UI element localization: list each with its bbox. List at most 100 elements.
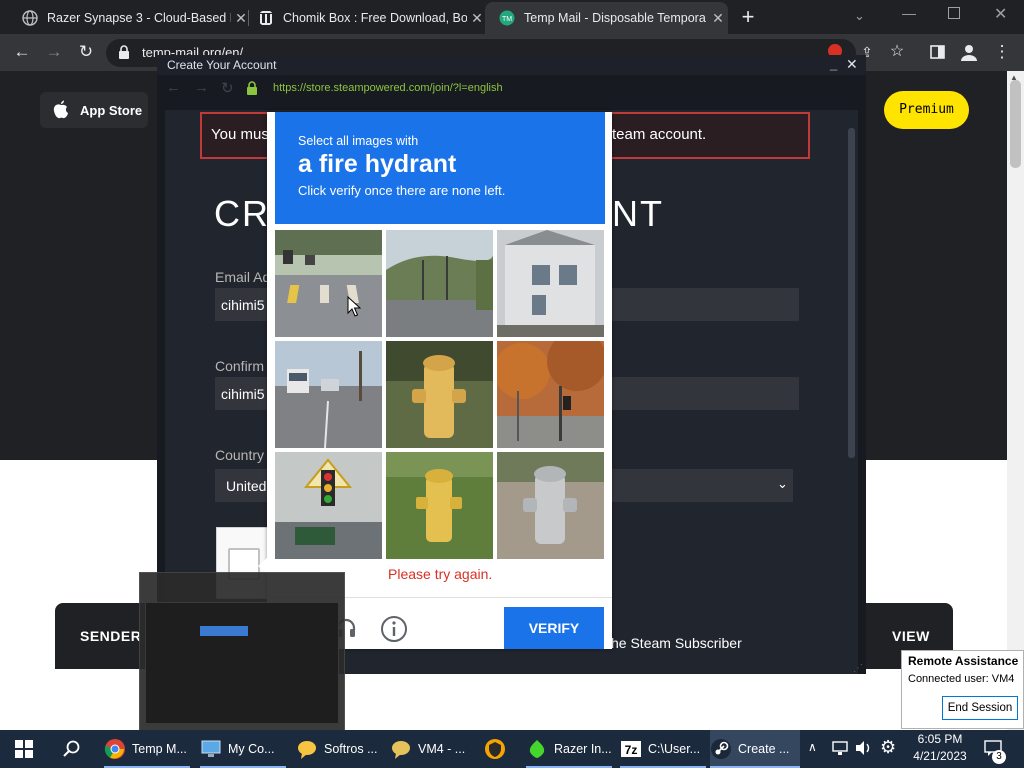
close-tab-icon[interactable]: ✕ xyxy=(467,10,487,27)
popup-back-icon[interactable]: ← xyxy=(166,79,181,96)
fire-hydrant-image xyxy=(386,452,493,559)
premium-button[interactable]: Premium xyxy=(884,91,969,129)
scroll-up-arrow-icon[interactable]: ▲ xyxy=(1010,73,1018,82)
captcha-tile-9[interactable] xyxy=(497,452,604,559)
settings-gear-icon[interactable]: ⚙ xyxy=(880,737,896,758)
captcha-tile-1[interactable] xyxy=(275,230,382,337)
connected-user-text: Connected user: VM4 xyxy=(908,673,1015,685)
taskbar-item-my-computer[interactable]: My Co... xyxy=(200,730,288,768)
popup-reload-icon[interactable]: ↻ xyxy=(221,79,234,97)
taskbar-item-chrome[interactable]: Temp M... xyxy=(104,730,192,768)
taskbar-item-razer[interactable]: Razer In... xyxy=(526,730,614,768)
tempmail-icon: TM xyxy=(499,10,515,26)
taskbar-item-label: VM4 - ... xyxy=(418,742,466,756)
app-store-label: App Store xyxy=(80,103,143,118)
taskbar-item-steam[interactable]: Create ... xyxy=(710,730,800,768)
info-icon[interactable] xyxy=(380,615,408,643)
system-clock-time[interactable]: 6:05 PM xyxy=(912,732,968,746)
globe-icon xyxy=(22,10,38,26)
captcha-tile-2[interactable] xyxy=(386,230,493,337)
popup-minimize-icon[interactable]: _ xyxy=(830,56,837,71)
svg-text:TM: TM xyxy=(502,16,512,23)
windows-start-icon[interactable] xyxy=(15,740,33,758)
taskbar-item-label: Softros ... xyxy=(324,742,378,756)
taskbar-item-softros[interactable]: Softros ... xyxy=(296,730,384,768)
apple-icon xyxy=(53,100,68,119)
back-icon[interactable]: ← xyxy=(8,38,36,66)
svg-text:7z: 7z xyxy=(625,743,638,757)
tab-chomik-box[interactable]: Chomik Box : Free Download, Bo ✕ xyxy=(244,2,487,34)
chevron-down-icon: ⌄ xyxy=(777,476,788,491)
maximize-icon[interactable] xyxy=(948,7,960,19)
chat-bubble-icon xyxy=(298,741,316,759)
taskbar-item-label: Temp M... xyxy=(132,742,187,756)
7zip-icon: 7z xyxy=(621,741,641,757)
chat-bubble-icon xyxy=(392,741,410,759)
tab-temp-mail[interactable]: TM Temp Mail - Disposable Tempora ✕ xyxy=(485,2,728,34)
reload-icon[interactable]: ↻ xyxy=(72,38,100,66)
popup-window-title: Create Your Account xyxy=(167,58,277,72)
tab-search-icon[interactable]: ⌄ xyxy=(854,8,865,24)
captcha-tile-3[interactable] xyxy=(497,230,604,337)
popup-forward-icon[interactable]: → xyxy=(194,79,209,96)
fire-hydrant-image xyxy=(497,452,604,559)
captcha-tile-6[interactable] xyxy=(497,341,604,448)
popup-close-icon[interactable]: ✕ xyxy=(846,56,858,73)
remote-assistance-title: Remote Assistance xyxy=(908,654,1019,668)
confirm-email-value: cihimi5 xyxy=(221,386,265,402)
forward-icon[interactable]: → xyxy=(40,38,68,66)
steam-icon xyxy=(711,739,731,759)
taskbar-item-label: C:\User... xyxy=(648,742,701,756)
computer-icon xyxy=(201,740,221,757)
page-scrollbar[interactable] xyxy=(1007,71,1024,730)
network-icon[interactable] xyxy=(831,740,849,756)
lock-icon xyxy=(119,45,129,59)
notification-count-badge: 3 xyxy=(992,750,1006,764)
new-tab-button[interactable]: + xyxy=(737,6,759,28)
country-select-value: United xyxy=(226,478,267,494)
close-tab-icon[interactable]: ✕ xyxy=(708,10,728,27)
sidepanel-icon[interactable] xyxy=(930,45,945,59)
popup-lock-icon xyxy=(247,81,257,95)
volume-icon[interactable] xyxy=(855,740,873,756)
email-label: Email Ad xyxy=(215,269,271,285)
challenge-prompt-sub: Click verify once there are none left. xyxy=(298,183,506,198)
captcha-tile-7[interactable] xyxy=(275,452,382,559)
tab-razer-synapse[interactable]: Razer Synapse 3 - Cloud-Based H ✕ xyxy=(8,2,251,34)
steam-notice-text-left: You mus xyxy=(211,126,269,143)
window-close-icon[interactable]: ✕ xyxy=(994,4,1007,24)
preview-selection xyxy=(200,626,248,636)
popup-navbar xyxy=(157,75,866,103)
confirm-email-label: Confirm xyxy=(215,358,265,374)
menu-kebab-icon[interactable]: ⋮ xyxy=(992,38,1012,66)
taskbar-item-7zip[interactable]: 7z C:\User... xyxy=(620,730,708,768)
bookmark-star-icon[interactable]: ☆ xyxy=(886,38,908,66)
end-session-button[interactable]: End Session xyxy=(942,696,1018,720)
popup-scrollbar-thumb[interactable] xyxy=(848,128,855,458)
captcha-tile-8[interactable] xyxy=(386,452,493,559)
autumn-street-image xyxy=(497,341,604,448)
resize-grip-icon[interactable]: ⋰ xyxy=(853,663,863,674)
page-scrollbar-thumb[interactable] xyxy=(1010,80,1021,168)
captcha-tile-4[interactable] xyxy=(275,341,382,448)
steam-notice-text-right: team account. xyxy=(612,126,707,143)
view-column-header: VIEW xyxy=(892,628,930,644)
tab-title: Chomik Box : Free Download, Bo xyxy=(283,11,467,25)
crosswalk-street-image xyxy=(275,230,382,337)
show-hidden-icons-icon[interactable]: ∧ xyxy=(808,740,817,754)
captcha-tile-5[interactable] xyxy=(386,341,493,448)
try-again-error: Please try again. xyxy=(388,566,493,582)
system-clock-date[interactable]: 4/21/2023 xyxy=(912,749,968,763)
search-icon[interactable] xyxy=(63,740,81,758)
minimize-icon[interactable]: — xyxy=(902,5,916,21)
verify-button[interactable]: VERIFY xyxy=(504,607,604,649)
taskbar-item-shield[interactable] xyxy=(484,730,512,768)
taskbar-item-vm4[interactable]: VM4 - ... xyxy=(390,730,478,768)
taskbar-item-label: Create ... xyxy=(738,742,790,756)
chrome-icon xyxy=(104,739,125,759)
tab-title: Temp Mail - Disposable Tempora xyxy=(524,11,706,25)
sender-column-header: SENDER xyxy=(80,628,142,644)
road-with-bus-image xyxy=(275,341,382,448)
profile-icon[interactable] xyxy=(960,43,978,61)
fire-hydrant-image xyxy=(386,341,493,448)
